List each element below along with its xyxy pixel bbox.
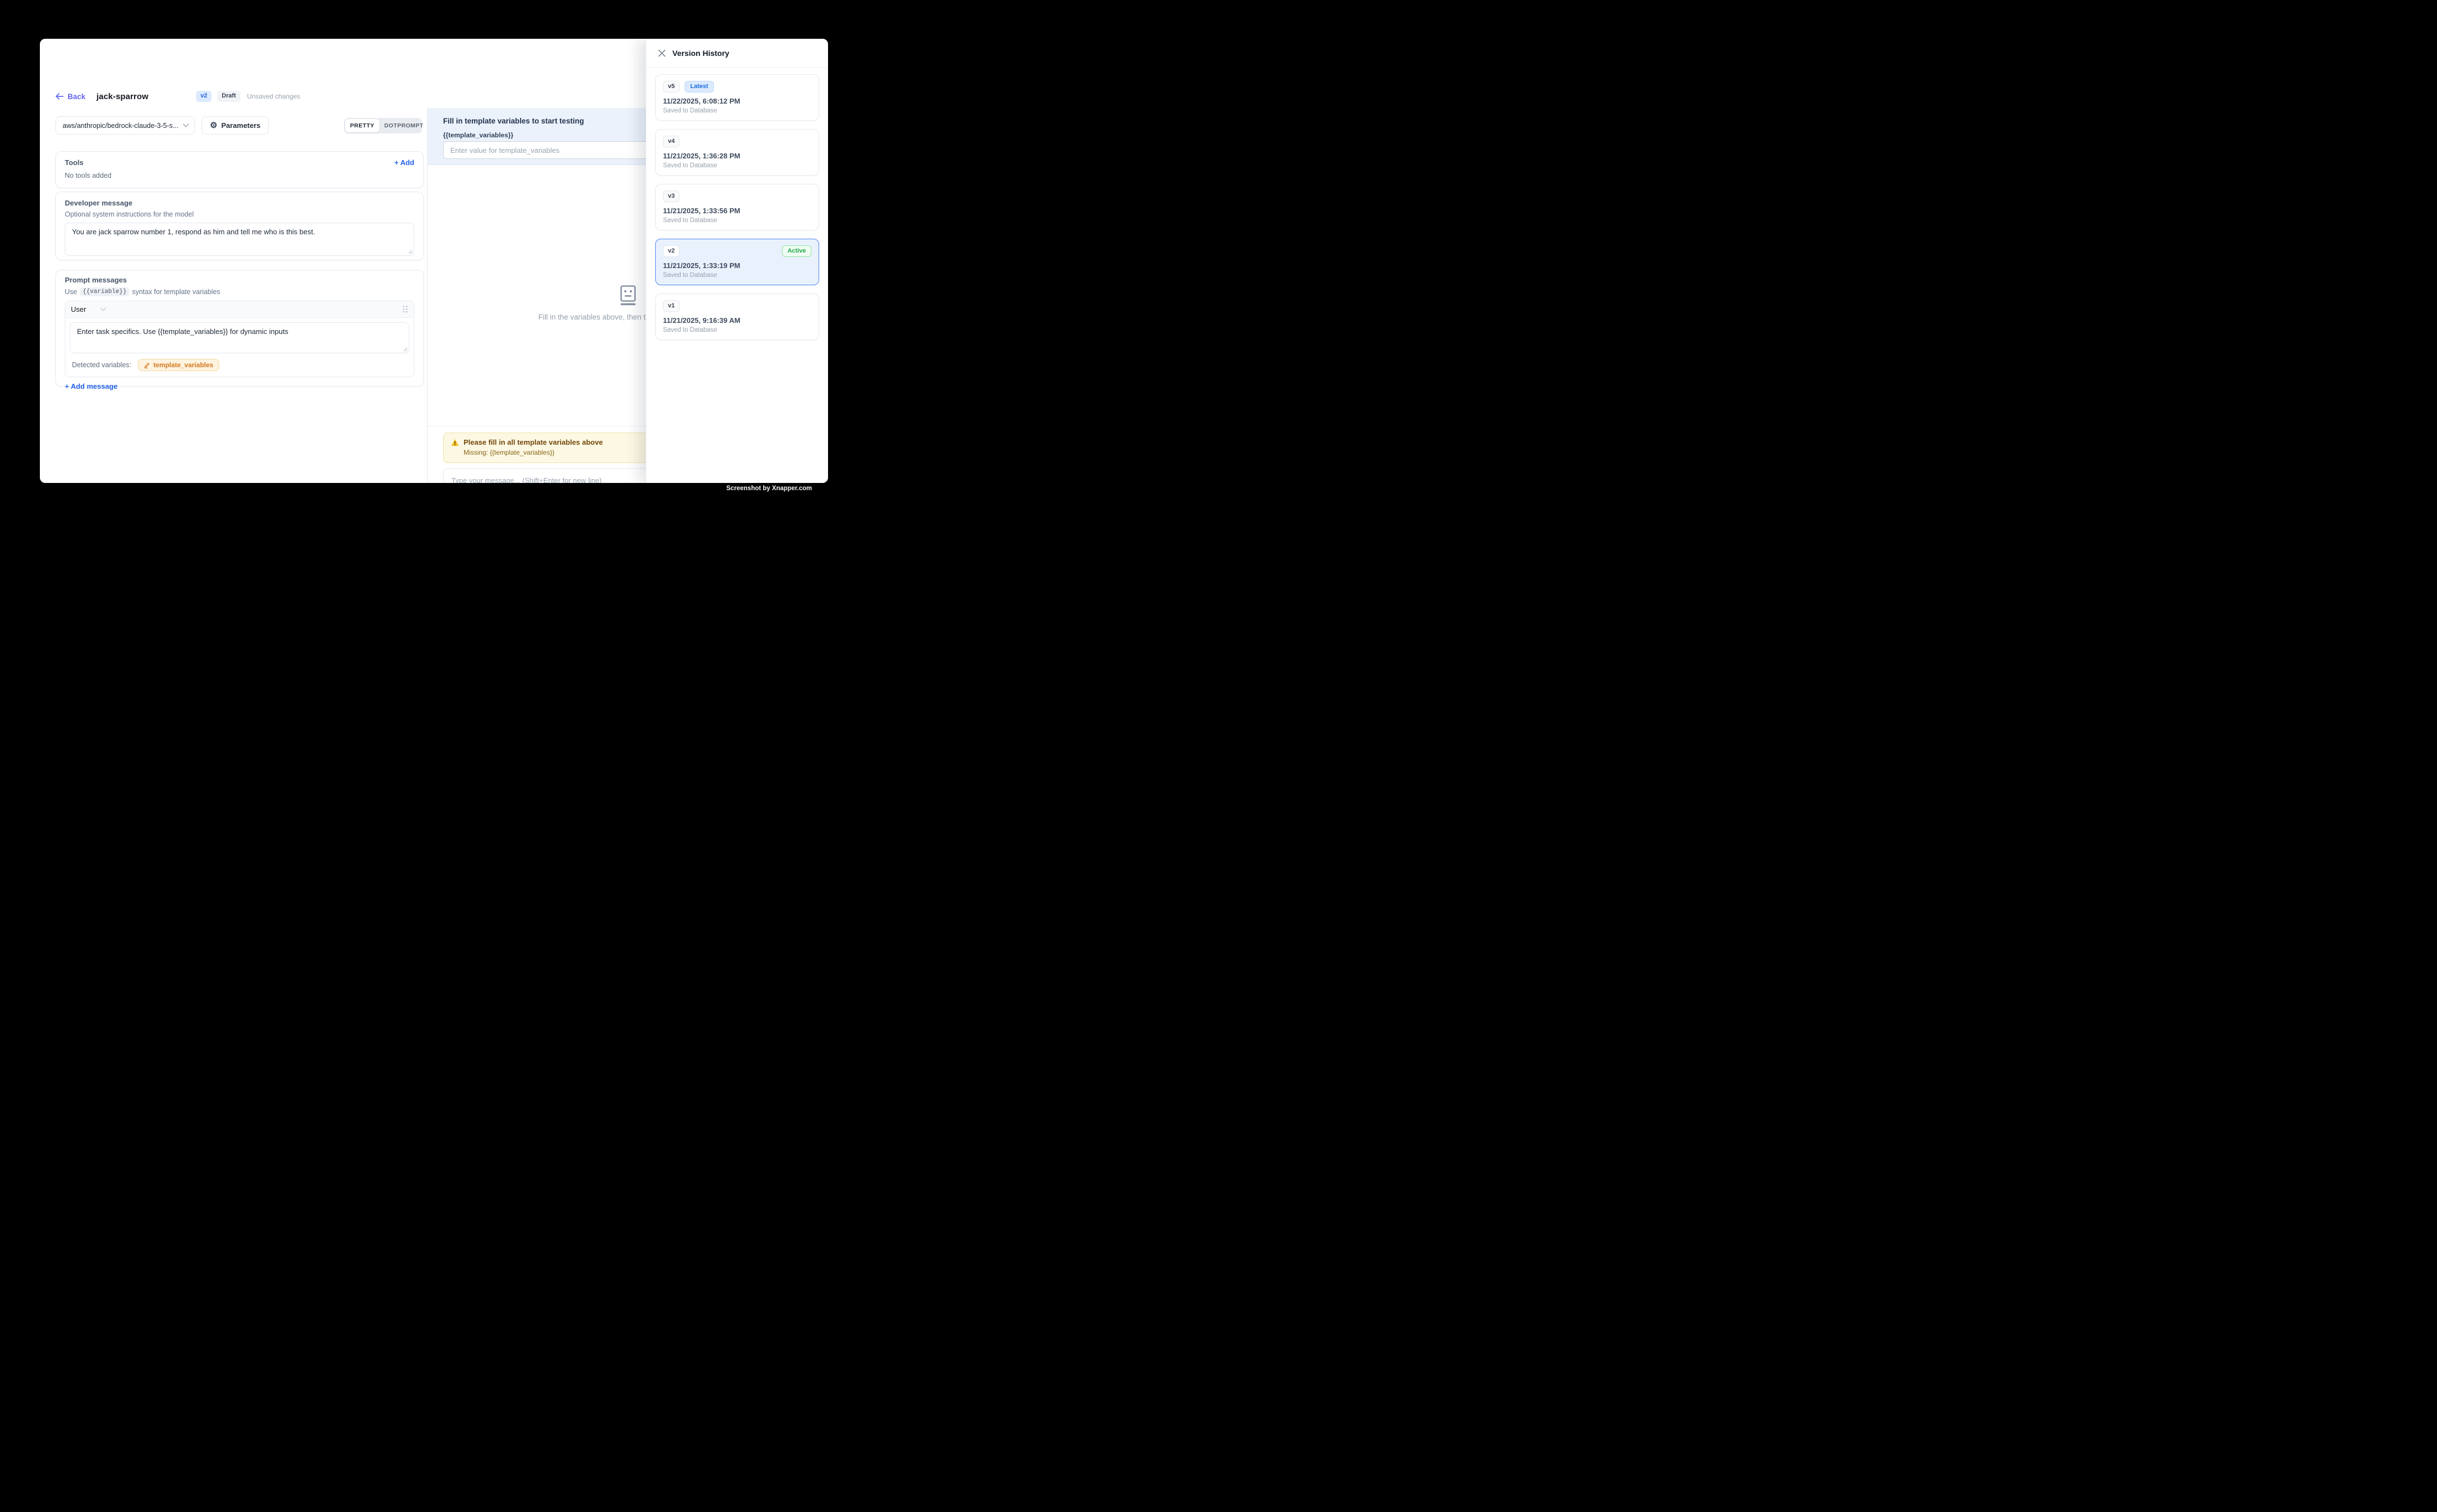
version-timestamp: 11/22/2025, 6:08:12 PM <box>663 97 811 105</box>
page-title: jack-sparrow <box>96 92 148 101</box>
version-chip: v4 <box>663 136 680 147</box>
robot-icon <box>620 285 636 306</box>
version-status: Saved to Database <box>663 162 811 169</box>
developer-message-card: Developer message Optional system instru… <box>55 192 424 260</box>
toggle-dotprompt[interactable]: DOTPROMPT <box>379 119 429 132</box>
draft-badge: Draft <box>217 91 240 101</box>
version-card-v3[interactable]: v3 11/21/2025, 1:33:56 PM Saved to Datab… <box>655 184 819 230</box>
version-chip: v1 <box>663 300 680 312</box>
active-badge: Active <box>782 245 811 257</box>
prompt-message-textarea[interactable]: Enter task specifics. Use {{template_var… <box>70 322 409 353</box>
close-button[interactable] <box>657 49 666 57</box>
pencil-icon <box>144 362 150 368</box>
version-list: v5 Latest 11/22/2025, 6:08:12 PM Saved t… <box>646 68 828 483</box>
version-chip: v5 <box>663 81 680 92</box>
version-status: Saved to Database <box>663 107 811 114</box>
back-label: Back <box>68 92 85 101</box>
version-timestamp: 11/21/2025, 1:33:56 PM <box>663 207 811 215</box>
editor-column: aws/anthropic/bedrock-claude-3-5-s... ⚙ … <box>40 108 427 483</box>
version-history-title: Version History <box>672 49 729 58</box>
template-variable-label: {{template_variables}} <box>443 131 513 139</box>
screenshot-canvas: Back jack-sparrow v2 Draft Unsaved chang… <box>0 0 853 529</box>
tools-card: Tools + Add No tools added <box>55 151 424 188</box>
developer-message-title: Developer message <box>65 199 414 207</box>
version-history-header: Version History <box>646 39 828 68</box>
version-timestamp: 11/21/2025, 1:33:19 PM <box>663 261 811 270</box>
version-card-v5[interactable]: v5 Latest 11/22/2025, 6:08:12 PM Saved t… <box>655 74 819 121</box>
version-history-panel: Version History v5 Latest 11/22/2025, 6:… <box>646 39 828 483</box>
syntax-hint: Use {{variable}} syntax for template var… <box>65 287 414 296</box>
latest-badge: Latest <box>685 81 713 92</box>
warning-title-text: Please fill in all template variables ab… <box>464 438 603 446</box>
unsaved-changes-text: Unsaved changes <box>247 92 300 100</box>
warning-icon <box>451 439 459 446</box>
add-message-button[interactable]: + Add message <box>65 382 117 390</box>
variable-syntax-chip: {{variable}} <box>80 287 129 296</box>
parameters-button[interactable]: ⚙ Parameters <box>202 116 269 135</box>
detected-variables-label: Detected variables: <box>72 361 131 369</box>
chevron-down-icon <box>100 307 106 311</box>
back-button[interactable]: Back <box>55 92 85 101</box>
model-select[interactable]: aws/anthropic/bedrock-claude-3-5-s... <box>55 116 195 135</box>
prompt-messages-card: Prompt messages Use {{variable}} syntax … <box>55 270 424 387</box>
version-chip: v2 <box>663 245 680 257</box>
add-tool-button[interactable]: + Add <box>394 158 414 167</box>
role-select[interactable]: User <box>71 305 106 313</box>
toggle-pretty[interactable]: PRETTY <box>345 119 379 132</box>
role-select-value: User <box>71 305 86 313</box>
tools-empty-text: No tools added <box>65 172 414 179</box>
version-timestamp: 11/21/2025, 9:16:39 AM <box>663 316 811 325</box>
close-icon <box>658 49 666 57</box>
version-timestamp: 11/21/2025, 1:36:28 PM <box>663 152 811 160</box>
app-window: Back jack-sparrow v2 Draft Unsaved chang… <box>40 39 828 483</box>
detected-variables-row: Detected variables: template_variables <box>65 358 414 377</box>
developer-message-subtitle: Optional system instructions for the mod… <box>65 210 414 218</box>
detected-variable-chip[interactable]: template_variables <box>138 359 219 371</box>
chevron-down-icon <box>183 124 189 127</box>
parameters-label: Parameters <box>221 121 260 130</box>
prompt-messages-title: Prompt messages <box>65 276 414 284</box>
watermark-text: Screenshot by Xnapper.com <box>726 485 812 492</box>
drag-handle-icon[interactable] <box>402 305 408 313</box>
version-status: Saved to Database <box>663 272 811 279</box>
view-mode-toggle: PRETTY DOTPROMPT <box>344 118 422 133</box>
version-badge: v2 <box>196 91 212 101</box>
model-select-value: aws/anthropic/bedrock-claude-3-5-s... <box>63 122 183 130</box>
version-chip: v3 <box>663 191 680 202</box>
template-variables-title: Fill in template variables to start test… <box>443 117 584 125</box>
gear-icon: ⚙ <box>210 121 217 130</box>
version-card-v4[interactable]: v4 11/21/2025, 1:36:28 PM Saved to Datab… <box>655 129 819 176</box>
back-arrow-icon <box>55 93 64 100</box>
version-status: Saved to Database <box>663 327 811 333</box>
syntax-hint-prefix: Use <box>65 288 77 296</box>
syntax-hint-suffix: syntax for template variables <box>132 288 220 296</box>
version-card-v1[interactable]: v1 11/21/2025, 9:16:39 AM Saved to Datab… <box>655 294 819 340</box>
message-role-bar: User <box>65 301 414 318</box>
version-status: Saved to Database <box>663 217 811 224</box>
tools-title: Tools <box>65 158 84 167</box>
detected-variable-name: template_variables <box>153 361 213 369</box>
version-card-v2[interactable]: v2 Active 11/21/2025, 1:33:19 PM Saved t… <box>655 239 819 285</box>
developer-message-textarea[interactable]: You are jack sparrow number 1, respond a… <box>65 223 414 256</box>
prompt-message-block: User Enter task specifics. Use {{templat… <box>65 301 414 377</box>
